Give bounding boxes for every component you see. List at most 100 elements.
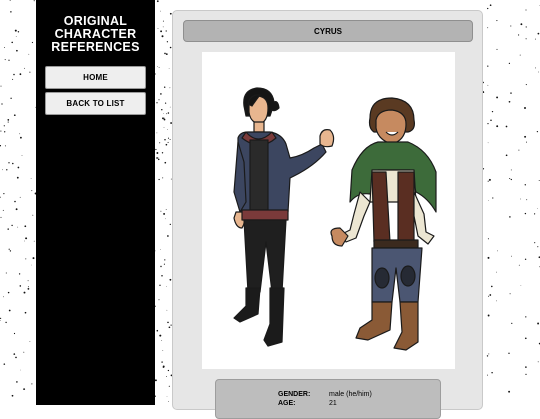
star-dot: [526, 26, 527, 27]
star-dot: [31, 178, 32, 179]
star-dot: [491, 286, 493, 288]
character-panel: CYRUS: [172, 10, 483, 410]
star-dot: [510, 25, 511, 26]
character-name-header: CYRUS: [183, 20, 473, 42]
star-dot: [157, 330, 159, 332]
star-dot: [538, 361, 539, 362]
star-dot: [167, 41, 168, 42]
star-dot: [32, 215, 33, 216]
star-dot: [5, 145, 6, 146]
star-dot: [508, 353, 509, 354]
star-dot: [160, 30, 162, 32]
star-dot: [510, 293, 511, 294]
star-dot: [34, 241, 35, 242]
star-dot: [161, 109, 162, 110]
star-dot: [160, 266, 161, 267]
star-dot: [511, 179, 512, 180]
star-dot: [488, 353, 489, 354]
star-dot: [0, 320, 1, 321]
star-dot: [535, 39, 536, 40]
star-dot: [155, 379, 157, 381]
star-dot: [496, 125, 498, 127]
star-dot: [164, 259, 165, 260]
star-dot: [11, 225, 12, 226]
star-dot: [509, 216, 511, 218]
star-dot: [160, 249, 161, 250]
star-dot: [14, 114, 16, 116]
star-dot: [491, 372, 492, 373]
star-dot: [526, 199, 527, 200]
star-dot: [4, 125, 5, 126]
star-dot: [155, 149, 156, 150]
star-dot: [496, 301, 497, 302]
star-dot: [488, 142, 489, 143]
star-dot: [496, 272, 497, 273]
star-dot: [15, 357, 17, 359]
star-dot: [1, 86, 2, 87]
star-dot: [30, 341, 31, 342]
star-dot: [511, 323, 512, 324]
back-to-list-button[interactable]: BACK TO LIST: [45, 92, 146, 115]
star-dot: [167, 396, 168, 397]
star-dot: [162, 350, 163, 351]
star-dot: [511, 169, 512, 170]
star-dot: [163, 213, 165, 215]
star-dot: [156, 157, 158, 159]
star-dot: [170, 87, 171, 88]
star-dot: [525, 316, 526, 317]
star-dot: [20, 73, 22, 75]
star-dot: [524, 107, 526, 109]
star-dot: [31, 265, 32, 266]
star-dot: [20, 285, 22, 287]
star-dot: [18, 31, 19, 32]
site-title-line: REFERENCES: [36, 41, 155, 54]
star-dot: [525, 184, 526, 185]
star-dot: [164, 119, 166, 121]
star-dot: [167, 322, 169, 324]
star-dot: [20, 137, 22, 139]
star-dot: [164, 118, 165, 119]
star-dot: [157, 66, 158, 67]
star-dot: [6, 272, 7, 273]
star-dot: [3, 296, 4, 297]
star-dot: [159, 67, 160, 68]
star-dot: [487, 65, 488, 66]
star-dot: [167, 310, 168, 311]
star-dot: [537, 131, 538, 132]
star-dot: [524, 136, 526, 138]
star-dot: [164, 127, 165, 128]
star-dot: [34, 0, 35, 1]
star-dot: [487, 27, 488, 28]
star-dot: [159, 285, 160, 286]
star-dot: [163, 27, 164, 28]
star-dot: [13, 353, 15, 355]
star-dot: [24, 241, 25, 242]
star-dot: [166, 30, 167, 31]
star-dot: [166, 286, 167, 287]
star-dot: [19, 273, 20, 274]
star-dot: [164, 139, 165, 140]
star-dot: [0, 318, 1, 319]
star-dot: [10, 250, 11, 251]
character-reference-image: [202, 52, 455, 369]
star-dot: [24, 68, 25, 69]
star-dot: [164, 86, 165, 87]
star-dot: [31, 383, 32, 384]
star-dot: [496, 20, 497, 21]
star-dot: [170, 139, 171, 140]
star-dot: [156, 102, 157, 103]
star-dot: [1, 217, 2, 218]
star-dot: [27, 288, 29, 290]
info-value: 21: [329, 399, 429, 408]
star-dot: [16, 208, 18, 210]
star-dot: [12, 395, 14, 397]
star-dot: [159, 335, 161, 337]
home-button[interactable]: HOME: [45, 66, 146, 89]
star-dot: [489, 179, 491, 181]
info-value: male (he/him): [329, 390, 429, 399]
star-dot: [169, 68, 170, 69]
star-dot: [22, 155, 23, 156]
star-dot: [535, 67, 536, 68]
star-dot: [487, 355, 488, 356]
star-dot: [160, 93, 162, 95]
